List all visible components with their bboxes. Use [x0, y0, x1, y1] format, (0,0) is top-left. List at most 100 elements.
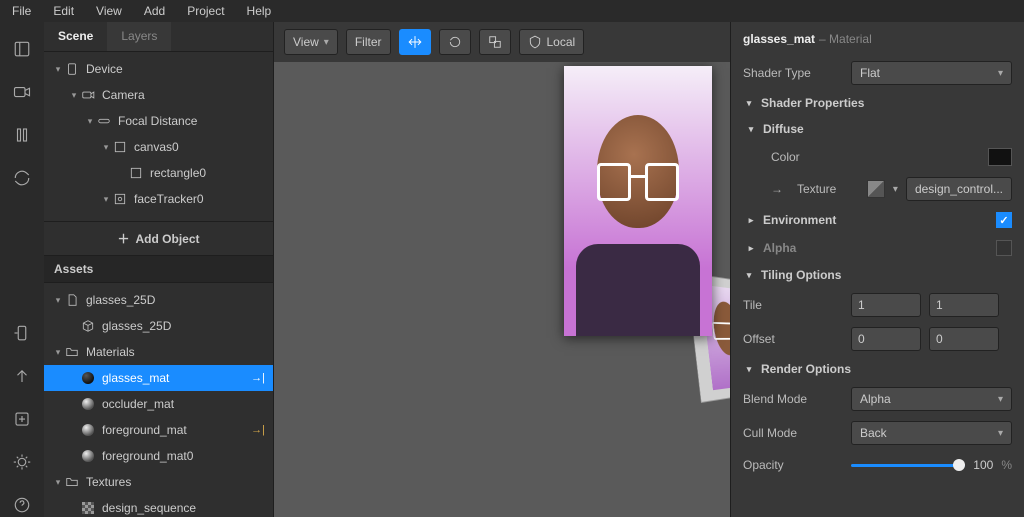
menu-help[interactable]: Help	[239, 2, 280, 20]
cull-label: Cull Mode	[743, 426, 843, 440]
focal-icon	[96, 113, 112, 129]
tree-row[interactable]: ▾Camera	[44, 82, 273, 108]
inspector: glasses_mat– Material Shader Type Flat▾ …	[730, 22, 1024, 517]
video-icon[interactable]	[13, 83, 31, 104]
up-arrow-icon[interactable]	[13, 367, 31, 388]
shader-properties-section[interactable]: ▾Shader Properties	[731, 90, 1024, 116]
menu-file[interactable]: File	[4, 2, 39, 20]
tracker-icon	[112, 191, 128, 207]
blend-select[interactable]: Alpha▾	[851, 387, 1012, 411]
tree-row[interactable]: ▾faceTracker0	[44, 186, 273, 212]
tile-y-input[interactable]: 1	[929, 293, 999, 317]
shader-type-label: Shader Type	[743, 66, 843, 80]
texture-label: Texture	[797, 182, 859, 196]
color-swatch[interactable]	[988, 148, 1012, 166]
camera-icon	[80, 87, 96, 103]
tree-row[interactable]: glasses_mat→|	[44, 365, 273, 391]
tree-label: rectangle0	[150, 166, 206, 180]
pause-icon[interactable]	[13, 126, 31, 147]
layout-icon[interactable]	[13, 40, 31, 61]
assets-header: Assets	[44, 255, 273, 283]
tree-row[interactable]: occluder_mat	[44, 391, 273, 417]
sphere-dark-icon	[80, 370, 96, 386]
tree-label: Device	[86, 62, 123, 76]
menubar: File Edit View Add Project Help	[0, 0, 1024, 22]
sphere-icon	[80, 422, 96, 438]
filter-button[interactable]: Filter	[346, 29, 391, 55]
bug-icon[interactable]	[13, 453, 31, 474]
local-button[interactable]: Local	[519, 29, 585, 55]
tree-label: glasses_mat	[102, 371, 169, 385]
menu-view[interactable]: View	[88, 2, 130, 20]
opacity-slider[interactable]	[851, 455, 965, 475]
offset-x-input[interactable]: 0	[851, 327, 921, 351]
send-device-icon[interactable]	[13, 324, 31, 345]
sphere-icon	[80, 396, 96, 412]
folder-icon	[64, 474, 80, 490]
tree-row[interactable]: design_sequence	[44, 495, 273, 517]
tree-row[interactable]: ▾Materials	[44, 339, 273, 365]
tree-row[interactable]: glasses_25D	[44, 313, 273, 339]
menu-edit[interactable]: Edit	[45, 2, 82, 20]
rect-icon	[128, 165, 144, 181]
tree-label: occluder_mat	[102, 397, 174, 411]
offset-y-input[interactable]: 0	[929, 327, 999, 351]
rotate-tool-button[interactable]	[439, 29, 471, 55]
viewport-canvas[interactable]	[274, 62, 730, 517]
alpha-check[interactable]	[996, 240, 1012, 256]
texture-thumb[interactable]	[867, 180, 885, 198]
viewport: View▾ Filter Local	[274, 22, 730, 517]
menu-project[interactable]: Project	[179, 2, 232, 20]
tree-label: glasses_25D	[102, 319, 171, 333]
scene-tree: ▾Device▾Camera▾Focal Distance▾canvas0 rec…	[44, 52, 273, 221]
sphere-icon	[80, 448, 96, 464]
color-label: Color	[771, 150, 871, 164]
tree-label: Textures	[86, 475, 131, 489]
inspector-title: glasses_mat– Material	[731, 22, 1024, 56]
tile-x-input[interactable]: 1	[851, 293, 921, 317]
tree-row[interactable]: foreground_mat→|	[44, 417, 273, 443]
tree-label: glasses_25D	[86, 293, 155, 307]
doc-icon	[64, 292, 80, 308]
tile-label: Tile	[743, 298, 843, 312]
cull-select[interactable]: Back▾	[851, 421, 1012, 445]
texture-select[interactable]: design_control...	[906, 177, 1012, 201]
tab-scene[interactable]: Scene	[44, 22, 107, 51]
help-icon[interactable]	[13, 496, 31, 517]
assets-tree: ▾glasses_25Dglasses_25D▾Materialsglasses…	[44, 283, 273, 517]
tree-row[interactable]: rectangle0	[44, 160, 273, 186]
shader-type-select[interactable]: Flat▾	[851, 61, 1012, 85]
tree-label: design_sequence	[102, 501, 196, 515]
diffuse-section[interactable]: ▾Diffuse	[731, 116, 1024, 142]
tree-label: Camera	[102, 88, 145, 102]
environment-section[interactable]: ▸Environment✓	[731, 206, 1024, 234]
tree-row[interactable]: foreground_mat0	[44, 443, 273, 469]
view-dropdown[interactable]: View▾	[284, 29, 338, 55]
alpha-section[interactable]: ▸Alpha	[731, 234, 1024, 262]
add-object-button[interactable]: ＋Add Object	[44, 221, 273, 255]
add-lib-icon[interactable]	[13, 410, 31, 431]
tree-row[interactable]: ▾Device	[44, 56, 273, 82]
render-section[interactable]: ▾Render Options	[731, 356, 1024, 382]
checker-icon	[80, 500, 96, 516]
tree-label: foreground_mat	[102, 423, 187, 437]
tree-row[interactable]: ▾glasses_25D	[44, 287, 273, 313]
menu-add[interactable]: Add	[136, 2, 173, 20]
tab-layers[interactable]: Layers	[107, 22, 171, 51]
tiling-section[interactable]: ▾Tiling Options	[731, 262, 1024, 288]
move-tool-button[interactable]	[399, 29, 431, 55]
tree-label: foreground_mat0	[102, 449, 193, 463]
tree-label: Focal Distance	[118, 114, 197, 128]
offset-label: Offset	[743, 332, 843, 346]
opacity-value: 100	[973, 458, 993, 472]
scene-tabs: Scene Layers	[44, 22, 273, 52]
viewport-toolbar: View▾ Filter Local	[274, 22, 730, 62]
tree-row[interactable]: ▾canvas0	[44, 134, 273, 160]
tree-row[interactable]: ▾Focal Distance	[44, 108, 273, 134]
opacity-label: Opacity	[743, 458, 843, 472]
refresh-icon[interactable]	[13, 169, 31, 190]
scale-tool-button[interactable]	[479, 29, 511, 55]
rect-icon	[112, 139, 128, 155]
environment-check[interactable]: ✓	[996, 212, 1012, 228]
tree-row[interactable]: ▾Textures	[44, 469, 273, 495]
